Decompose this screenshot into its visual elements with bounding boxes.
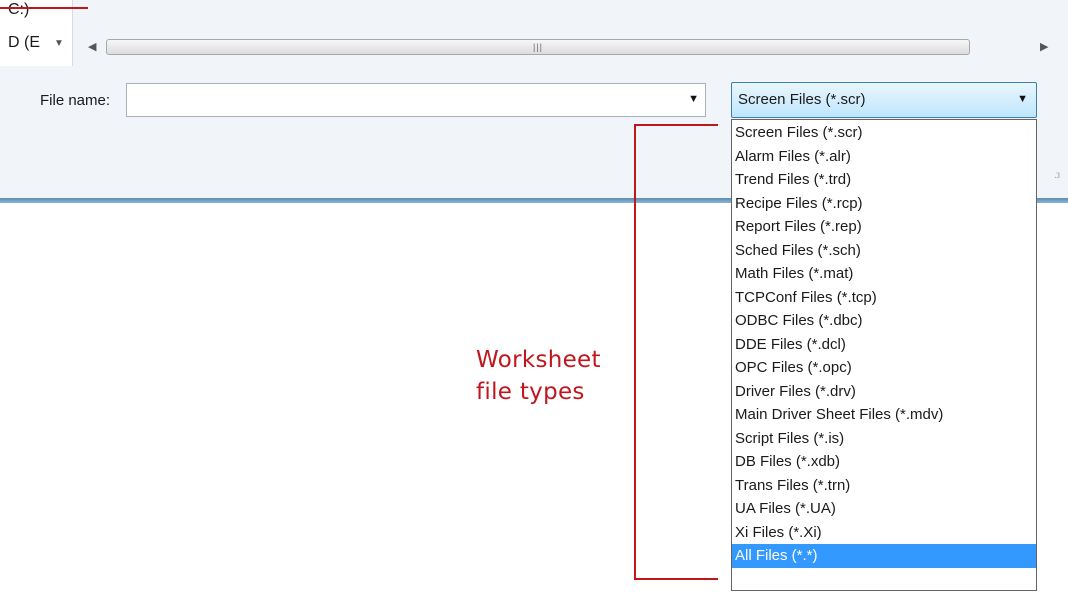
annotation-bracket [634,124,718,580]
file-type-option[interactable]: Sched Files (*.sch) [732,239,1036,263]
file-type-option[interactable]: Trans Files (*.trn) [732,474,1036,498]
navigation-pane: C:) D (E ▼ [0,0,73,66]
file-type-option[interactable]: Screen Files (*.scr) [732,121,1036,145]
grip-lines-icon[interactable]: .:ı [1054,170,1060,181]
triangle-down-icon[interactable]: ▼ [54,38,64,49]
file-type-option[interactable]: DB Files (*.xdb) [732,450,1036,474]
file-type-dropdown-list: Screen Files (*.scr) Alarm Files (*.alr)… [731,119,1037,591]
file-type-option[interactable]: Trend Files (*.trd) [732,168,1036,192]
file-type-selected-value: Screen Files (*.scr) [738,91,866,108]
file-type-option[interactable]: ODBC Files (*.dbc) [732,309,1036,333]
file-type-option[interactable]: Script Files (*.is) [732,427,1036,451]
file-name-input[interactable] [131,90,675,112]
annotation-line-2: file types [476,379,585,405]
file-type-option[interactable]: Math Files (*.mat) [732,262,1036,286]
dropdown-arrow-icon[interactable]: ▼ [1017,93,1028,105]
nav-item-c-drive[interactable]: C:) [8,1,29,19]
file-type-option[interactable]: DDE Files (*.dcl) [732,333,1036,357]
file-type-option[interactable]: Recipe Files (*.rcp) [732,192,1036,216]
file-type-option[interactable]: Alarm Files (*.alr) [732,145,1036,169]
file-type-option[interactable]: UA Files (*.UA) [732,497,1036,521]
file-type-select[interactable]: Screen Files (*.scr) ▼ [731,82,1037,118]
file-type-option[interactable]: Xi Files (*.Xi) [732,521,1036,545]
file-type-option[interactable]: Main Driver Sheet Files (*.mdv) [732,403,1036,427]
nav-item-d-drive[interactable]: D (E [8,34,40,52]
scroll-left-arrow-icon[interactable]: ◀ [88,37,96,57]
horizontal-scrollbar[interactable]: ◀ ||| ▶ [84,37,1060,57]
annotation-marker-line [0,7,88,9]
file-name-label: File name: [40,92,111,109]
file-type-option[interactable]: TCPConf Files (*.tcp) [732,286,1036,310]
file-type-option[interactable]: Driver Files (*.drv) [732,380,1036,404]
file-type-option[interactable]: Report Files (*.rep) [732,215,1036,239]
annotation-line-1: Worksheet [476,347,601,373]
file-type-option-all-files[interactable]: All Files (*.*) [732,544,1036,568]
file-type-option[interactable]: OPC Files (*.opc) [732,356,1036,380]
worksheet-file-types-annotation: Worksheet file types [476,344,601,408]
scrollbar-thumb[interactable]: ||| [106,39,970,55]
file-name-combobox[interactable]: ▼ [126,83,706,117]
dropdown-arrow-icon[interactable]: ▼ [688,93,699,105]
scroll-right-arrow-icon[interactable]: ▶ [1040,37,1048,57]
